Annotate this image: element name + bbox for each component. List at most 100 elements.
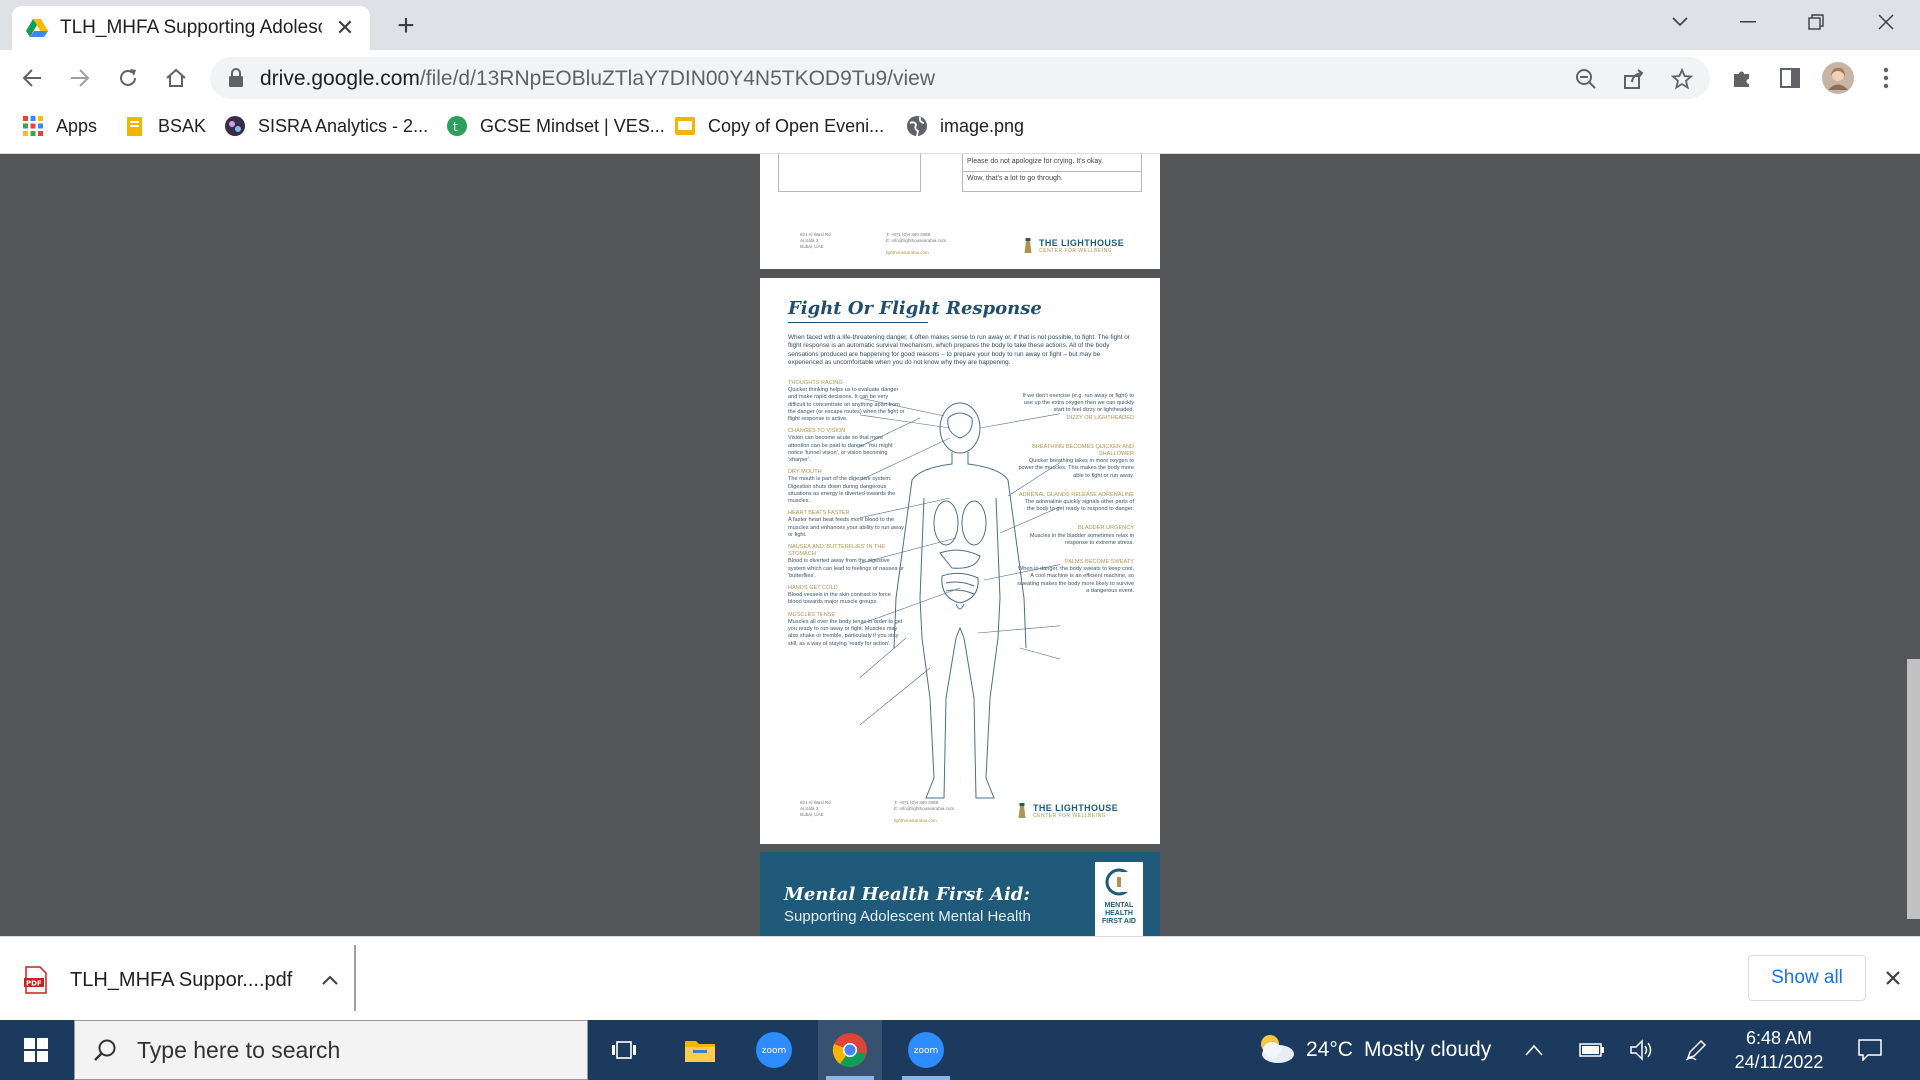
reload-icon[interactable] <box>110 60 146 96</box>
svg-text:PDF: PDF <box>26 980 42 988</box>
minimize-icon[interactable] <box>1718 0 1778 44</box>
slides-icon <box>675 117 695 135</box>
body-outline-diagram <box>860 398 1060 799</box>
mhfa-logo-icon <box>1105 868 1133 896</box>
apps-grid-icon <box>23 116 43 136</box>
footer-address: 821 Al Wasl Rd Al Safa 2 Dubai, UAE <box>800 232 831 249</box>
download-item[interactable]: PDF TLH_MHFA Suppor....pdf <box>24 955 339 1005</box>
bookmark-label: image.png <box>940 115 1025 136</box>
taskbar-clock[interactable]: 6:48 AM 24/11/2022 <box>1724 1026 1834 1074</box>
address-bar[interactable]: drive.google.com/file/d/13RNpEOBluZTlaY7… <box>210 57 1710 99</box>
title-underline <box>788 322 928 323</box>
weather-temperature[interactable]: 24°C <box>1306 1038 1353 1062</box>
taskbar-search-input[interactable]: Type here to search <box>74 1020 588 1080</box>
bookmark-bsak[interactable]: BSAK <box>124 106 206 146</box>
bookmark-gcse[interactable]: t GCSE Mindset | VES... <box>446 106 665 146</box>
footer-address: 821 Al Wasl Rd Al Safa 2 Dubai, UAE <box>800 800 831 817</box>
intro-paragraph: When faced with a life-threatening dange… <box>788 334 1130 367</box>
bookmark-label: SISRA Analytics - 2... <box>258 115 429 136</box>
bookmark-label: GCSE Mindset | VES... <box>480 115 665 136</box>
chevron-up-tray-icon[interactable] <box>1514 1020 1554 1080</box>
zoom-label: zoom <box>762 1046 787 1056</box>
google-drive-icon <box>26 19 48 37</box>
zoom-label: zoom <box>914 1046 939 1056</box>
tab-strip: TLH_MHFA Supporting Adolescen ✕ + <box>0 0 1920 50</box>
download-shelf: PDF TLH_MHFA Suppor....pdf Show all <box>0 936 1920 1020</box>
battery-icon[interactable] <box>1572 1020 1612 1080</box>
new-tab-icon[interactable]: + <box>390 9 422 42</box>
bookmark-folder-icon <box>127 117 142 136</box>
bookmark-sisra[interactable]: SISRA Analytics - 2... <box>224 106 428 146</box>
viewer-scrollbar[interactable] <box>1907 659 1920 919</box>
clock-date: 24/11/2022 <box>1734 1052 1824 1072</box>
shelf-divider <box>354 945 356 1011</box>
sisra-icon <box>225 116 245 136</box>
windows-start-icon[interactable] <box>4 1020 68 1080</box>
profile-avatar[interactable] <box>1822 62 1854 94</box>
extensions-icon[interactable] <box>1726 62 1758 94</box>
table-cell <box>778 154 921 192</box>
browser-tab[interactable]: TLH_MHFA Supporting Adolescen ✕ <box>12 6 370 50</box>
lighthouse-logo: THE LIGHTHOUSE CENTER FOR WELLBEING <box>1022 238 1124 254</box>
mhfa-logo: MENTAL HEALTH FIRST AID <box>1095 862 1143 936</box>
notifications-icon[interactable] <box>1848 1020 1892 1080</box>
page-title: Fight Or Flight Response <box>788 298 1042 319</box>
show-all-button[interactable]: Show all <box>1748 955 1866 1001</box>
zoom-app-icon[interactable]: zoom <box>742 1020 806 1080</box>
url-host: drive.google.com <box>260 67 420 90</box>
zoom-meeting-icon[interactable]: zoom <box>894 1020 958 1080</box>
tab-close-icon[interactable]: ✕ <box>334 15 356 40</box>
pdf-file-icon: PDF <box>24 966 47 994</box>
globe-icon <box>907 116 927 137</box>
table-cell: Please do not apologize for crying. It's… <box>962 154 1142 192</box>
close-window-icon[interactable] <box>1856 0 1916 44</box>
side-panel-icon[interactable] <box>1774 62 1806 94</box>
footer-contact: T: +971 (0)4 380 2088 E: info@lighthousea… <box>894 800 955 823</box>
task-view-icon[interactable] <box>592 1020 656 1080</box>
pdf-page-1: Please do not apologize for crying. It's… <box>760 154 1160 269</box>
bookmark-label: Apps <box>56 115 98 136</box>
footer-contact: T: +971 (0)4 380 2088 E: info@lighthousea… <box>886 232 947 255</box>
forward-icon[interactable] <box>62 60 98 96</box>
cover-title: Mental Health First Aid: <box>784 884 1031 905</box>
table-row-text: Please do not apologize for crying. It's… <box>963 154 1141 172</box>
chevron-up-icon[interactable] <box>322 975 339 985</box>
bookmark-apps[interactable]: Apps <box>22 106 97 146</box>
download-filename: TLH_MHFA Suppor....pdf <box>70 968 293 991</box>
clock-time: 6:48 AM <box>1745 1028 1813 1048</box>
bookmark-label: BSAK <box>158 115 207 136</box>
lighthouse-logo: THE LIGHTHOUSE CENTER FOR WELLBEING <box>1016 803 1118 819</box>
more-menu-icon[interactable] <box>1870 62 1902 94</box>
weather-cloudy-icon[interactable] <box>1256 1030 1296 1066</box>
cover-subtitle: Supporting Adolescent Mental Health <box>784 908 1031 925</box>
bookmark-open-evening[interactable]: Copy of Open Eveni... <box>674 106 884 146</box>
home-icon[interactable] <box>158 60 194 96</box>
bookmark-image[interactable]: image.png <box>906 106 1024 146</box>
bookmark-label: Copy of Open Eveni... <box>708 115 885 136</box>
share-icon[interactable] <box>1620 65 1648 93</box>
url-path: /file/d/13RNpEOBluZTlaY7DIN00Y4N5TKOD9Tu… <box>419 67 936 90</box>
chrome-app-icon[interactable] <box>818 1020 882 1080</box>
pen-icon[interactable] <box>1676 1020 1716 1080</box>
restore-icon[interactable] <box>1786 0 1846 44</box>
pdf-page-2: Fight Or Flight Response When faced with… <box>760 278 1160 844</box>
zoom-out-icon[interactable] <box>1572 65 1600 93</box>
back-icon[interactable] <box>14 60 50 96</box>
weather-description[interactable]: Mostly cloudy <box>1364 1038 1491 1062</box>
tab-title: TLH_MHFA Supporting Adolescen <box>60 17 322 38</box>
tab-search-icon[interactable] <box>1650 0 1710 44</box>
search-icon <box>94 1039 116 1061</box>
file-explorer-icon[interactable] <box>668 1020 732 1080</box>
close-shelf-icon[interactable] <box>1878 963 1908 993</box>
volume-icon[interactable] <box>1622 1020 1662 1080</box>
url-text[interactable]: drive.google.com/file/d/13RNpEOBluZTlaY7… <box>260 67 935 91</box>
table-row-text: Wow, that's a lot to go through. <box>967 175 1063 182</box>
bookmarks-bar: Apps BSAK SISRA Analytics - 2... t GCSE … <box>0 106 1920 154</box>
bookmark-star-icon[interactable] <box>1668 65 1696 93</box>
pdf-viewer[interactable]: Please do not apologize for crying. It's… <box>0 154 1920 936</box>
lighthouse-icon <box>1018 803 1026 818</box>
gcse-icon: t <box>447 116 467 136</box>
browser-toolbar: drive.google.com/file/d/13RNpEOBluZTlaY7… <box>0 50 1920 106</box>
lock-icon[interactable] <box>228 68 244 88</box>
svg-text:t: t <box>453 120 458 134</box>
